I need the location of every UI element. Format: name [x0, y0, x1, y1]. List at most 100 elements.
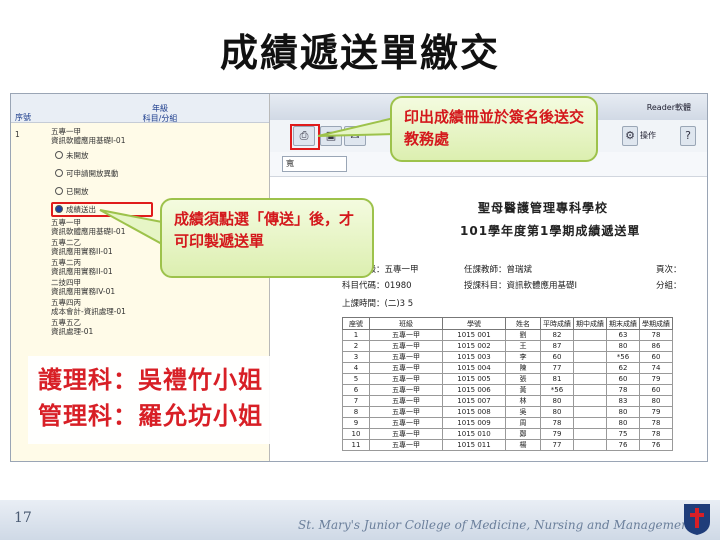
- row-class[interactable]: 五專一甲: [51, 127, 81, 136]
- th-midterm: 期中成績: [573, 317, 607, 330]
- cell-semester: 78: [639, 428, 673, 440]
- th-final: 期末成績: [606, 317, 640, 330]
- college-logo-icon: [684, 504, 710, 535]
- cell-semester: 74: [639, 362, 673, 374]
- cell-seat: 8: [342, 406, 370, 418]
- row-class-5[interactable]: 二技四甲: [51, 278, 81, 287]
- header-grade-subject: 年級 科目/分組: [51, 94, 269, 123]
- cell-midterm: [573, 351, 607, 363]
- cell-student-id: 1015 005: [442, 373, 506, 385]
- header-seq: 序號: [15, 113, 31, 122]
- cell-regular: 82: [540, 329, 574, 341]
- cell-semester: 80: [639, 395, 673, 407]
- meta-subject-name: 授課科目：資訊軟體應用基礎I: [464, 281, 578, 291]
- cell-student-id: 1015 008: [442, 406, 506, 418]
- row-subject-7[interactable]: 資訊處理-01: [51, 327, 93, 336]
- cell-name: 陳: [505, 362, 541, 374]
- cell-class: 五專一甲: [369, 384, 443, 396]
- cell-midterm: [573, 384, 607, 396]
- row-class-2[interactable]: 五專一甲: [51, 218, 81, 227]
- cell-name: 周: [505, 417, 541, 429]
- help-icon[interactable]: ?: [680, 126, 696, 146]
- contact-management: 管理科：羅允坊小姐: [38, 401, 263, 430]
- radio-label: 可申請開放異動: [66, 169, 119, 178]
- cell-midterm: [573, 428, 607, 440]
- cell-regular: 87: [540, 340, 574, 352]
- cell-regular: 79: [540, 428, 574, 440]
- table-row: 11 五專一甲 1015 011 楊 77 76 76: [342, 439, 673, 451]
- cell-midterm: [573, 406, 607, 418]
- cell-name: 王: [505, 340, 541, 352]
- course-list-header: 序號 年級 科目/分組: [11, 94, 269, 123]
- radio-not-open[interactable]: 未開放: [55, 150, 89, 161]
- mail-icon[interactable]: ✉: [344, 126, 366, 146]
- cell-student-id: 1015 010: [442, 428, 506, 440]
- cell-midterm: [573, 362, 607, 374]
- cell-student-id: 1015 007: [442, 395, 506, 407]
- save-icon[interactable]: ▣: [320, 126, 342, 146]
- footer-college-name: St. Mary's Junior College of Medicine, N…: [298, 518, 694, 532]
- row-subject-4[interactable]: 資訊應用實務II-01: [51, 267, 113, 276]
- cell-class: 五專一甲: [369, 329, 443, 341]
- cell-regular: 81: [540, 373, 574, 385]
- cell-midterm: [573, 329, 607, 341]
- radio-label: 未開放: [66, 151, 89, 160]
- cell-semester: 76: [639, 439, 673, 451]
- cell-final: *56: [606, 351, 640, 363]
- row-class-7[interactable]: 五專五乙: [51, 318, 81, 327]
- cell-semester: 79: [639, 406, 673, 418]
- radio-apply-change[interactable]: 可申請開放異動: [55, 168, 119, 179]
- cell-seat: 7: [342, 395, 370, 407]
- zoom-select[interactable]: 寬: [282, 156, 347, 172]
- cell-final: 63: [606, 329, 640, 341]
- row-class-4[interactable]: 五專二丙: [51, 258, 81, 267]
- row-number: 1: [15, 130, 20, 139]
- print-button-highlight: [290, 124, 320, 150]
- cell-name: 林: [505, 395, 541, 407]
- cell-midterm: [573, 373, 607, 385]
- row-subject-6[interactable]: 成本會計-資訊處理-01: [51, 307, 126, 316]
- cell-class: 五專一甲: [369, 439, 443, 451]
- send-callout: 成績須點選「傳送」後，才可印製遞送單: [160, 198, 374, 278]
- cell-student-id: 1015 002: [442, 340, 506, 352]
- radio-icon: [55, 169, 63, 177]
- cell-student-id: 1015 011: [442, 439, 506, 451]
- cell-seat: 6: [342, 384, 370, 396]
- cell-regular: 78: [540, 417, 574, 429]
- meta-group: 分組：: [656, 281, 682, 291]
- cell-name: 張: [505, 373, 541, 385]
- operation-label[interactable]: 操作: [640, 130, 656, 141]
- cell-midterm: [573, 417, 607, 429]
- operation-icon[interactable]: ⚙: [622, 126, 638, 146]
- cell-final: 60: [606, 373, 640, 385]
- header-grade: 年級: [152, 104, 168, 113]
- row-subject-5[interactable]: 資訊應用實務IV-01: [51, 287, 115, 296]
- cell-seat: 3: [342, 351, 370, 363]
- viewer-title-text: Reader軟體: [646, 103, 691, 112]
- contact-nursing: 護理科：吳禮竹小姐: [38, 365, 263, 394]
- table-row: 3 五專一甲 1015 003 李 60 *56 60: [342, 351, 673, 363]
- cell-semester: 60: [639, 384, 673, 396]
- row-subject-2[interactable]: 資訊軟體應用基礎I-01: [51, 227, 125, 236]
- row-subject[interactable]: 資訊軟體應用基礎I-01: [51, 136, 125, 145]
- radio-label: 已開放: [66, 187, 89, 196]
- cell-class: 五專一甲: [369, 395, 443, 407]
- cell-student-id: 1015 003: [442, 351, 506, 363]
- radio-opened[interactable]: 已開放: [55, 186, 89, 197]
- report-school-name: 聖母醫護管理專科學校: [478, 201, 609, 215]
- meta-class-time: 上課時間：(二)3 5: [342, 299, 414, 309]
- cell-final: 62: [606, 362, 640, 374]
- row-class-3[interactable]: 五專二乙: [51, 238, 81, 247]
- cell-midterm: [573, 395, 607, 407]
- slide-title: 成績遞送單繳交: [219, 30, 500, 75]
- table-row: 10 五專一甲 1015 010 鄭 79 75 78: [342, 428, 673, 440]
- cell-name: 楊: [505, 439, 541, 451]
- cell-name: 李: [505, 351, 541, 363]
- cell-semester: 86: [639, 340, 673, 352]
- cell-class: 五專一甲: [369, 340, 443, 352]
- cell-final: 75: [606, 428, 640, 440]
- row-subject-3[interactable]: 資訊應用實務II-01: [51, 247, 113, 256]
- row-class-6[interactable]: 五專四丙: [51, 298, 81, 307]
- cell-semester: 78: [639, 329, 673, 341]
- cell-final: 80: [606, 417, 640, 429]
